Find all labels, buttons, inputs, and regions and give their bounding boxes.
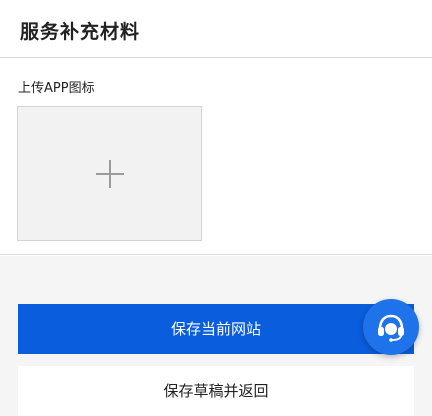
plus-icon xyxy=(95,159,124,188)
upload-app-icon-button[interactable] xyxy=(17,106,202,241)
upload-section: 上传APP图标 xyxy=(0,59,432,255)
save-draft-and-return-button[interactable]: 保存草稿并返回 xyxy=(18,366,414,416)
customer-service-headset-icon xyxy=(378,314,404,342)
page-title: 服务补充材料 xyxy=(20,21,141,43)
page-header: 服务补充材料 xyxy=(0,0,432,58)
save-current-site-button[interactable]: 保存当前网站 xyxy=(18,304,414,354)
upload-app-icon-label: 上传APP图标 xyxy=(18,81,95,96)
page: 服务补充材料 上传APP图标 保存当前网站 保存草稿并返回 xyxy=(0,0,432,416)
customer-service-button[interactable] xyxy=(363,299,419,355)
